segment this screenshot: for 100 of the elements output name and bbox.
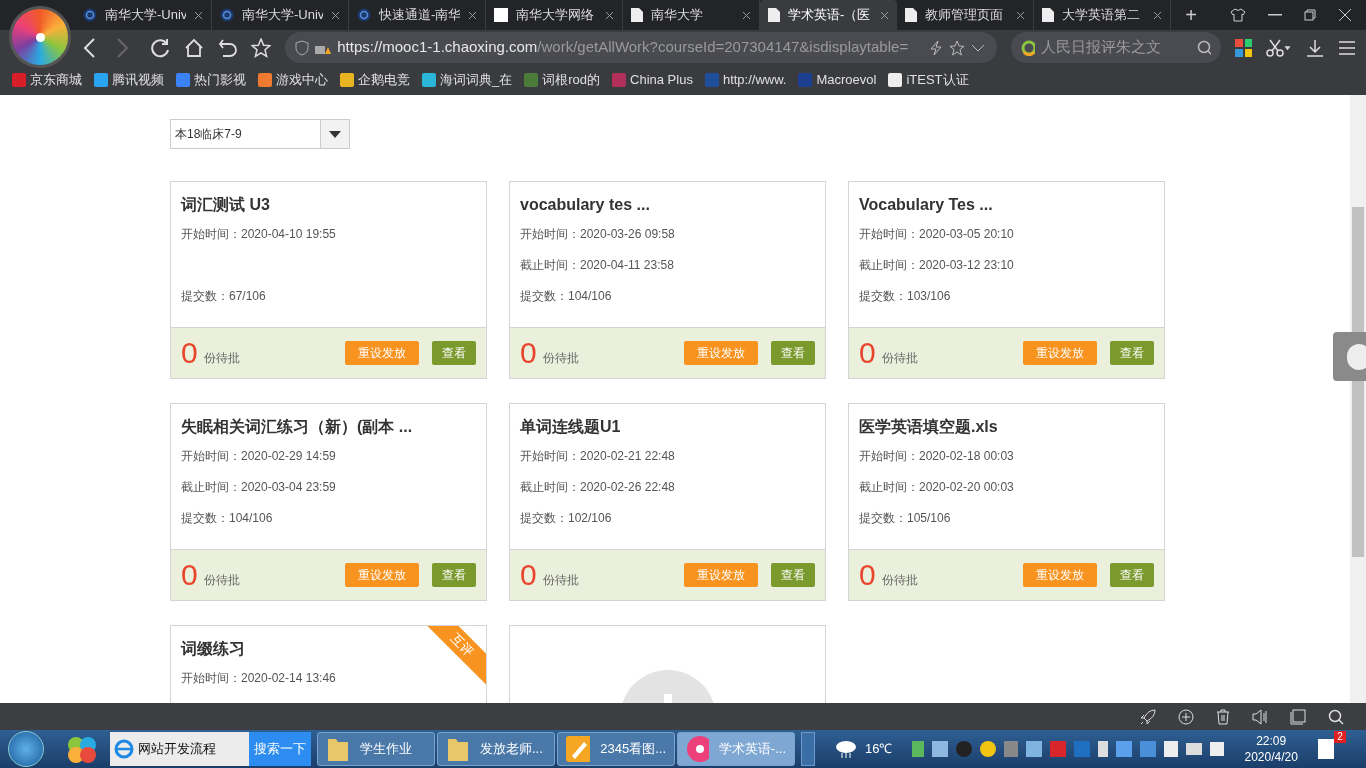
close-icon[interactable]: [1338, 8, 1352, 22]
bookmark[interactable]: 海词词典_在: [422, 70, 513, 90]
pending-count: 0: [181, 560, 198, 590]
tab-title: 学术英语-（医: [788, 6, 872, 25]
bookmark[interactable]: 京东商城: [12, 70, 82, 90]
home-icon[interactable]: [183, 37, 204, 58]
scissors-icon[interactable]: [1266, 38, 1293, 57]
search-input[interactable]: 人民日报评朱之文: [1040, 36, 1191, 59]
pending-label: 份待批: [881, 350, 918, 367]
undo-icon[interactable]: [217, 37, 238, 58]
card-detail: 开始时间：2020-02-18 00:03: [859, 449, 1014, 463]
bookmark[interactable]: Macroevol: [798, 70, 877, 90]
close-icon[interactable]: [331, 10, 340, 20]
restore-icon[interactable]: [1304, 9, 1316, 21]
close-icon[interactable]: [468, 10, 477, 20]
card-title: 词汇测试 U3: [181, 195, 270, 215]
bookmark[interactable]: China Plus: [612, 70, 693, 90]
taskbar-item[interactable]: 2345看图...: [557, 732, 675, 766]
taskbar-item[interactable]: 学生作业: [317, 732, 435, 766]
side-widget-button[interactable]: [1333, 332, 1366, 381]
pending-label: 份待批: [542, 350, 579, 367]
bookmark[interactable]: 腾讯视频: [94, 70, 164, 90]
trash-icon[interactable]: [1216, 708, 1230, 725]
back-icon[interactable]: [82, 37, 96, 58]
card-detail: 截止时间：2020-04-11 23:58: [520, 258, 674, 272]
reload-icon[interactable]: [149, 37, 170, 58]
taskbar-search[interactable]: 网站开发流程 搜索一下: [110, 732, 311, 766]
lightning-icon[interactable]: [928, 39, 943, 56]
menu-icon[interactable]: [1338, 39, 1356, 56]
card-title: Vocabulary Tes ...: [859, 195, 993, 215]
close-icon[interactable]: [194, 10, 203, 20]
bookmark[interactable]: 热门影视: [176, 70, 246, 90]
close-icon[interactable]: [1153, 10, 1162, 20]
pending-count: 0: [520, 560, 537, 590]
scrollbar[interactable]: [1350, 95, 1366, 703]
tab-title: 大学英语第二: [1062, 6, 1141, 25]
circle-plus-icon[interactable]: [1178, 708, 1194, 725]
bookmark[interactable]: 企鹅电竞: [340, 70, 410, 90]
pending-label: 份待批: [203, 572, 240, 589]
download-icon[interactable]: [1306, 38, 1325, 57]
bookmark[interactable]: iTEST认证: [888, 70, 969, 90]
shirt-icon[interactable]: [1230, 7, 1246, 23]
browser-tab[interactable]: 大学英语第二: [1034, 0, 1171, 30]
document-icon: [631, 8, 643, 22]
card-detail: 开始时间：2020-02-21 22:48: [520, 449, 675, 463]
new-tab-button[interactable]: +: [1171, 0, 1211, 30]
pending-label: 份待批: [542, 572, 579, 589]
window-icon[interactable]: [1290, 708, 1306, 725]
document-icon: [1042, 8, 1054, 22]
tab-title: 教师管理页面: [925, 6, 1004, 25]
assignment-card[interactable]: 词缀练习 开始时间：2020-02-14 13:46 互评: [170, 625, 487, 703]
card-title: 单词连线题U1: [520, 417, 621, 437]
card-detail: 截止时间：2020-03-12 23:10: [859, 258, 1014, 272]
tab-title: 南华大学: [651, 6, 704, 25]
address-bar[interactable]: https://mooc1-1.chaoxing.com/work/getAllWork?courseId=207304147&isdisplaytable=: [285, 32, 997, 63]
card-detail: 提交数：104/106: [181, 511, 273, 525]
search-icon[interactable]: [1328, 708, 1344, 725]
clock-date[interactable]: 2020/4/20: [1244, 749, 1298, 765]
rocket-icon[interactable]: [1140, 708, 1156, 725]
card-detail: 提交数：104/106: [520, 289, 612, 303]
close-icon[interactable]: [605, 10, 614, 20]
pending-count: 0: [859, 560, 876, 590]
clock-time[interactable]: 22:09: [1256, 733, 1287, 749]
close-icon[interactable]: [1016, 10, 1025, 20]
document-icon: [905, 8, 917, 22]
browser-tab[interactable]: 南华大学网络: [486, 0, 623, 30]
card-title: 医学英语填空题.xls: [859, 417, 998, 437]
taskbar-item[interactable]: 发放老师...: [437, 732, 555, 766]
card-detail: 开始时间：2020-02-29 14:59: [181, 449, 336, 463]
bookmark[interactable]: 游戏中心: [258, 70, 328, 90]
card-detail: 提交数：102/106: [520, 511, 612, 525]
browser-tab[interactable]: 学术英语-（医: [760, 0, 897, 30]
image-viewer-icon: [566, 736, 591, 762]
star-icon[interactable]: [251, 37, 272, 58]
close-icon[interactable]: [742, 10, 751, 20]
search-field[interactable]: 人民日报评朱之文: [1010, 32, 1221, 63]
chevron-down-icon[interactable]: [970, 42, 985, 53]
pending-label: 份待批: [203, 350, 240, 367]
minimize-icon[interactable]: [1268, 14, 1282, 16]
apps-grid-icon[interactable]: [1234, 38, 1253, 57]
speaker-icon[interactable]: [1252, 708, 1268, 725]
class-select[interactable]: 本18临床7-9: [170, 119, 350, 149]
card-detail: 截止时间：2020-03-04 23:59: [181, 480, 336, 494]
card-title: 词缀练习: [181, 639, 245, 659]
search-icon[interactable]: [1196, 39, 1211, 56]
weather-temperature[interactable]: 16℃: [865, 739, 893, 759]
pending-label: 份待批: [881, 572, 918, 589]
cloud-rain-icon[interactable]: [835, 739, 857, 759]
browser-e-icon: [114, 739, 134, 759]
browser-tab[interactable]: 教师管理页面: [897, 0, 1034, 30]
start-button[interactable]: [8, 731, 44, 767]
card-detail: 开始时间：2020-03-26 09:58: [520, 227, 675, 241]
notification-icon[interactable]: [1317, 739, 1334, 759]
tray-icons-drawing[interactable]: [912, 741, 1225, 757]
pending-count: 0: [181, 338, 198, 368]
search-input[interactable]: 网站开发流程: [138, 739, 248, 759]
bookmark[interactable]: 词根rod的: [524, 70, 601, 90]
star-icon[interactable]: [948, 39, 965, 56]
bookmark[interactable]: http://www.: [704, 70, 787, 90]
card-detail: 截止时间：2020-02-20 00:03: [859, 480, 1014, 494]
